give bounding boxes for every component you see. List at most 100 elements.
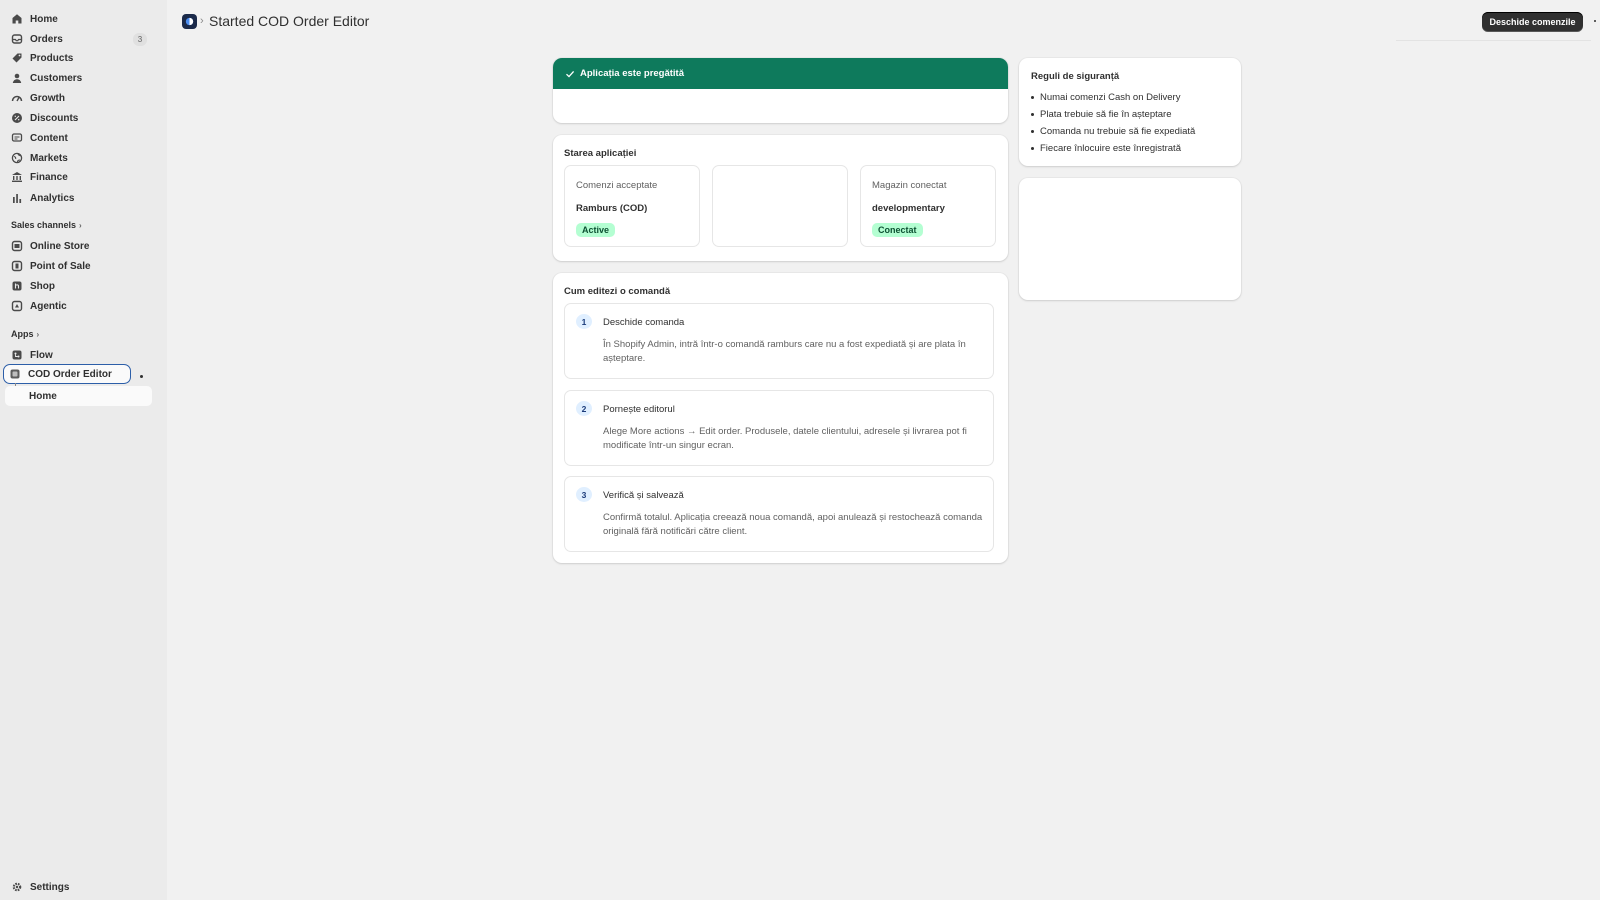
sidebar-item-settings[interactable]: Settings: [6, 877, 152, 897]
howto-card-title: Cum editezi o comandă: [564, 286, 671, 297]
globe-icon: [11, 152, 23, 164]
sidebar-item-online-store[interactable]: Online Store: [6, 236, 152, 256]
sidebar-item-growth[interactable]: Growth: [6, 88, 152, 108]
banner-text: Aplicația este pregătită: [580, 68, 685, 79]
bullet-icon: [1031, 147, 1034, 150]
breadcrumb-chevron-icon: ›: [200, 15, 204, 27]
home-icon: [11, 13, 23, 25]
sidebar-item-label: Content: [30, 132, 68, 144]
ready-banner: Aplicația este pregătită: [553, 58, 1008, 123]
active-indicator-dot: [140, 375, 143, 378]
sidebar-item-label: Agentic: [30, 300, 67, 312]
bullet-icon: [1031, 96, 1034, 99]
stat-label: Comenzi acceptate: [576, 180, 658, 191]
step-description: Confirmă totalul. Aplicația creează noua…: [603, 512, 983, 537]
rule-item: Numai comenzi Cash on Delivery: [1031, 89, 1195, 106]
app-icon: [9, 368, 21, 380]
accepted-orders-box: Comenzi acceptate Ramburs (COD) Active: [564, 165, 700, 247]
sidebar-item-discounts[interactable]: Discounts: [6, 108, 152, 128]
sidebar-item-cod-order-editor[interactable]: COD Order Editor: [3, 364, 131, 384]
step-title: Pornește editorul: [603, 404, 675, 415]
empty-stat-box: [712, 165, 848, 247]
step-number: 3: [576, 487, 592, 502]
bullet-icon: [1031, 113, 1034, 116]
more-actions-icon[interactable]: [1594, 20, 1596, 22]
rules-list: Numai comenzi Cash on Delivery Plata tre…: [1031, 89, 1195, 157]
sidebar-item-label: Settings: [30, 881, 70, 893]
step-description: În Shopify Admin, intră într-o comandă r…: [603, 339, 966, 364]
stat-value: developmentary: [872, 203, 945, 214]
sidebar-item-finance[interactable]: Finance: [6, 167, 152, 187]
sidebar-item-orders[interactable]: Orders 3: [6, 29, 152, 49]
sales-channels-header[interactable]: Sales channels ›: [11, 220, 82, 230]
page-title: Started COD Order Editor: [209, 13, 370, 29]
sidebar-item-shop[interactable]: Shop: [6, 276, 152, 296]
pos-icon: [11, 260, 23, 272]
gear-icon: [11, 881, 23, 893]
discount-icon: [11, 112, 23, 124]
sidebar-item-label: Discounts: [30, 112, 79, 124]
step-title: Verifică și salvează: [603, 490, 684, 501]
step-number: 1: [576, 314, 592, 329]
connected-store-box: Magazin conectat developmentary Conectat: [860, 165, 996, 247]
store-icon: [11, 240, 23, 252]
status-badge: Active: [576, 223, 616, 237]
status-card: Starea aplicației Comenzi acceptate Ramb…: [553, 135, 1008, 261]
sidebar-subitem-home[interactable]: Home: [5, 386, 152, 406]
sidebar-item-label: Products: [30, 52, 74, 64]
sidebar-item-label: Analytics: [30, 192, 75, 204]
sidebar-item-label: Flow: [30, 349, 53, 361]
stat-value: Ramburs (COD): [576, 203, 648, 214]
rules-card-title: Reguli de siguranță: [1031, 71, 1120, 82]
chevron-right-icon: ›: [79, 220, 82, 230]
sidebar-item-agentic[interactable]: Agentic: [6, 296, 152, 316]
inbox-icon: [11, 33, 23, 45]
sidebar-item-customers[interactable]: Customers: [6, 68, 152, 88]
sidebar-item-label: Shop: [30, 280, 55, 292]
bank-icon: [11, 171, 23, 183]
sidebar-item-label: Point of Sale: [30, 260, 91, 272]
step-title: Deschide comanda: [603, 317, 685, 328]
sidebar-item-products[interactable]: Products: [6, 48, 152, 68]
app-logo-icon: [182, 14, 197, 29]
sidebar-item-label: COD Order Editor: [28, 368, 112, 380]
step-description: Alege More actions → Edit order. Produse…: [603, 426, 967, 451]
sidebar-item-home[interactable]: Home: [6, 9, 152, 29]
shop-icon: [11, 280, 23, 292]
step-item: 2 Pornește editorul Alege More actions →…: [564, 390, 994, 466]
open-orders-button[interactable]: Deschide comenzile: [1482, 12, 1583, 32]
orders-count-badge: 3: [133, 33, 147, 46]
rule-item: Plata trebuie să fie în așteptare: [1031, 106, 1195, 123]
tag-icon: [11, 52, 23, 64]
status-badge: Conectat: [872, 223, 923, 237]
step-item: 1 Deschide comanda În Shopify Admin, int…: [564, 303, 994, 379]
sidebar-item-label: Growth: [30, 92, 65, 104]
sidebar-item-analytics[interactable]: Analytics: [6, 188, 152, 208]
bar-chart-icon: [11, 192, 23, 204]
gauge-icon: [11, 92, 23, 104]
apps-header[interactable]: Apps ›: [11, 329, 39, 339]
safety-rules-card: Reguli de siguranță Numai comenzi Cash o…: [1019, 58, 1241, 166]
bullet-icon: [1031, 130, 1034, 133]
howto-card: Cum editezi o comandă 1 Deschide comanda…: [553, 273, 1008, 563]
sidebar-item-markets[interactable]: Markets: [6, 148, 152, 168]
sidebar-item-point-of-sale[interactable]: Point of Sale: [6, 256, 152, 276]
content-icon: [11, 132, 23, 144]
sidebar-item-content[interactable]: Content: [6, 128, 152, 148]
banner-header: Aplicația este pregătită: [553, 58, 1008, 89]
sidebar-item-label: Online Store: [30, 240, 90, 252]
chevron-right-icon: ›: [36, 329, 40, 339]
rule-item: Comanda nu trebuie să fie expediată: [1031, 123, 1195, 140]
sidebar-item-label: Finance: [30, 171, 68, 183]
sidebar-item-label: Orders: [30, 33, 63, 45]
sidebar-item-label: Customers: [30, 72, 83, 84]
status-card-title: Starea aplicației: [564, 148, 637, 159]
checkmark-icon: [566, 70, 575, 78]
step-number: 2: [576, 401, 592, 416]
sidebar-item-label: Markets: [30, 152, 68, 164]
sidebar-item-label: Home: [30, 13, 58, 25]
flow-icon: [11, 349, 23, 361]
header-divider: [1396, 40, 1591, 41]
sidebar: Home Orders 3 Products Customers Growth …: [0, 0, 167, 900]
sidebar-item-flow[interactable]: Flow: [6, 345, 152, 365]
